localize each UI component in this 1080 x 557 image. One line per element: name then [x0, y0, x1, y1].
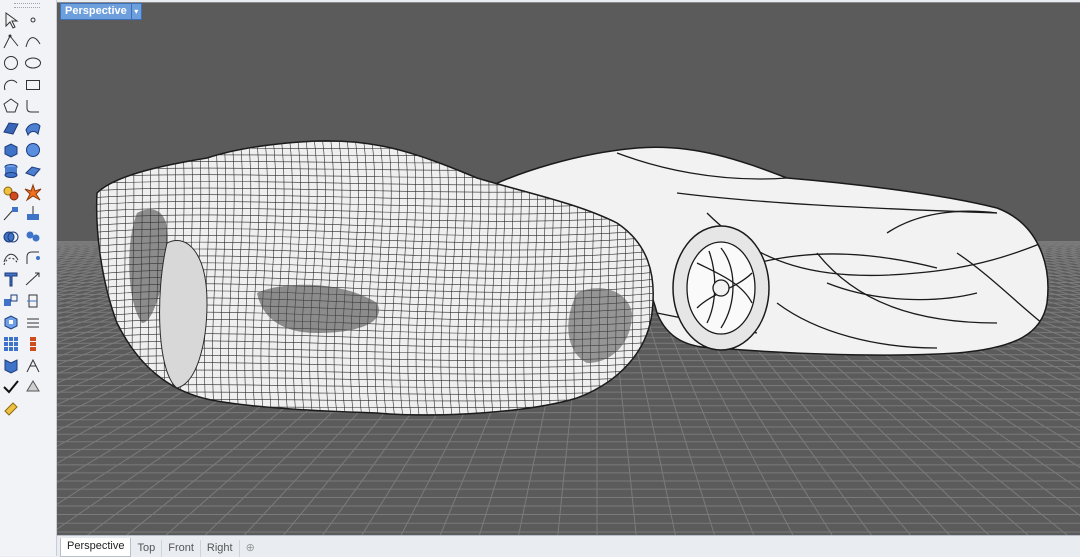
render-icon[interactable]: [1, 399, 21, 419]
tab-perspective[interactable]: Perspective: [60, 538, 132, 557]
circle-icon[interactable]: [1, 53, 21, 73]
perspective-viewport[interactable]: Perspective ▾: [57, 2, 1080, 536]
tab-right[interactable]: Right: [201, 540, 240, 557]
select-arrow-icon[interactable]: [1, 10, 21, 30]
sphere-solid-icon[interactable]: [23, 140, 43, 160]
array-icon[interactable]: [1, 334, 21, 354]
transform-move-icon[interactable]: [1, 291, 21, 311]
boolean-split-icon[interactable]: [23, 226, 43, 246]
analyze-icon[interactable]: [1, 356, 21, 376]
rectangle-icon[interactable]: [23, 75, 43, 95]
viewport-title-label[interactable]: Perspective: [61, 4, 131, 19]
tab-front[interactable]: Front: [162, 540, 201, 557]
polyline-icon[interactable]: [1, 32, 21, 52]
box-solid-icon[interactable]: [1, 140, 21, 160]
boolean-union-icon[interactable]: [1, 226, 21, 246]
curve-icon[interactable]: [23, 32, 43, 52]
check-icon[interactable]: [1, 377, 21, 397]
ellipse-icon[interactable]: [23, 53, 43, 73]
plus-icon[interactable]: ⊕: [240, 540, 261, 557]
extrude-solid-icon[interactable]: [23, 161, 43, 181]
scene-canvas[interactable]: [57, 3, 1080, 536]
split-icon[interactable]: [23, 204, 43, 224]
block-icon[interactable]: [1, 312, 21, 332]
point-icon[interactable]: [23, 10, 43, 30]
cylinder-solid-icon[interactable]: [1, 161, 21, 181]
explode-icon[interactable]: [23, 183, 43, 203]
viewport-tabs: Perspective Top Front Right ⊕: [57, 535, 1080, 557]
shade-icon[interactable]: [23, 377, 43, 397]
layout-icon[interactable]: [23, 312, 43, 332]
surface-plane-icon[interactable]: [1, 118, 21, 138]
polygon-icon[interactable]: [1, 96, 21, 116]
arc-icon[interactable]: [1, 75, 21, 95]
rotate-icon[interactable]: [23, 291, 43, 311]
viewport-title[interactable]: Perspective ▾: [60, 3, 142, 20]
toolbar-grip[interactable]: [14, 3, 40, 8]
rebuild-icon[interactable]: [23, 334, 43, 354]
surface-loft-icon[interactable]: [23, 118, 43, 138]
mesh-tools-icon[interactable]: [1, 183, 21, 203]
trim-icon[interactable]: [1, 204, 21, 224]
dimension-icon[interactable]: [23, 269, 43, 289]
text-tool-icon[interactable]: [1, 269, 21, 289]
fillet-icon[interactable]: [23, 248, 43, 268]
fillet-curve-icon[interactable]: [23, 96, 43, 116]
offset-curve-icon[interactable]: [1, 248, 21, 268]
tab-top[interactable]: Top: [131, 540, 163, 557]
join-icon[interactable]: [23, 356, 43, 376]
left-toolbar: [0, 0, 57, 556]
chevron-down-icon[interactable]: ▾: [130, 4, 141, 19]
